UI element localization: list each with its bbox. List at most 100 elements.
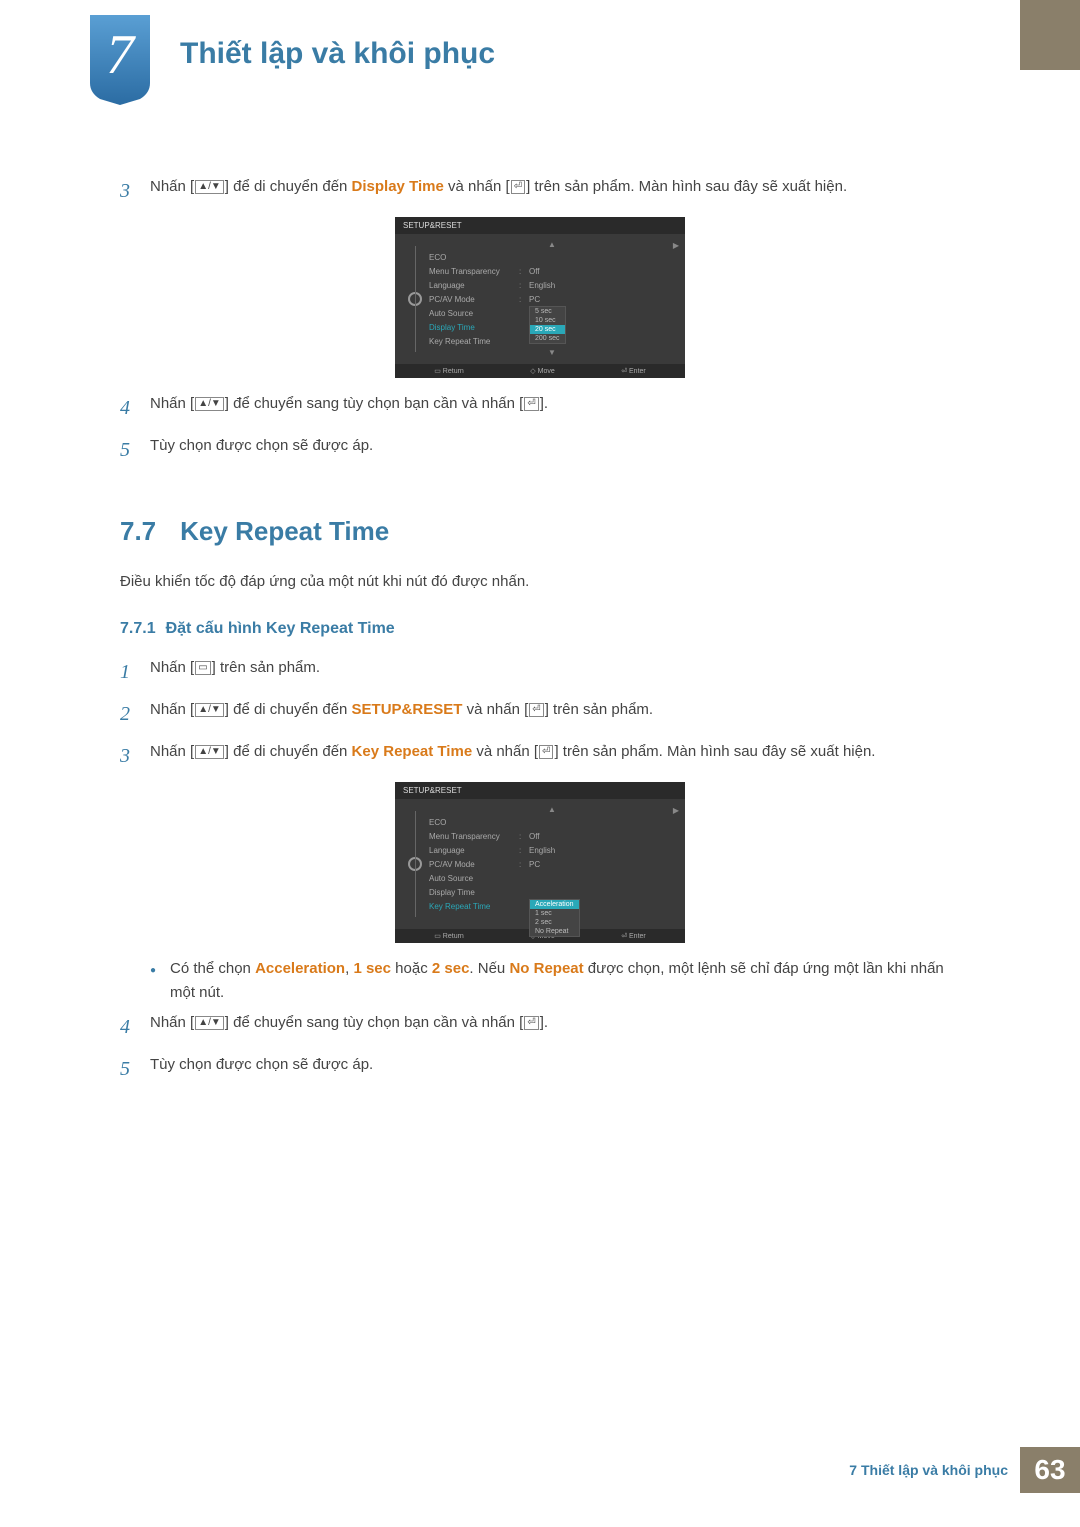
bullet-text: Có thể chọn Acceleration, 1 sec hoặc 2 s… — [170, 957, 960, 1005]
updown-icon: ▲/▼ — [195, 1016, 224, 1030]
section-intro: Điều khiển tốc độ đáp ứng của một nút kh… — [120, 573, 960, 590]
step-text: Nhấn [▲/▼] để di chuyển đến SETUP&RESET … — [150, 698, 960, 722]
osd-popup-option: 1 sec — [530, 909, 579, 918]
osd-screenshot-2: SETUP&RESET ▲ECOMenu Transparency:OffLan… — [395, 782, 685, 943]
text: ] trên sản phẩm. Màn hình sau đây sẽ xuấ… — [554, 743, 875, 760]
osd-item: ECO — [429, 250, 675, 264]
updown-icon: ▲/▼ — [195, 180, 224, 194]
osd-item: Language:English — [429, 843, 675, 857]
caret-right-icon: ▶ — [673, 806, 679, 815]
text: ] để chuyển sang tùy chọn bạn cần và nhấ… — [225, 395, 524, 412]
step-row: 3 Nhấn [▲/▼] để di chuyển đến Key Repeat… — [120, 740, 960, 772]
section-title: Key Repeat Time — [180, 516, 389, 547]
text: ]. — [540, 395, 548, 412]
osd-item-label: Menu Transparency — [429, 832, 519, 841]
osd-item: Menu Transparency:Off — [429, 829, 675, 843]
osd-item-value: Off — [529, 832, 540, 841]
arrow-up-icon: ▲ — [429, 240, 675, 250]
colon: : — [519, 295, 529, 304]
osd-footer: ▭ Return ◇ Move ⏎ Enter — [395, 364, 685, 378]
osd-item-label: PC/AV Mode — [429, 295, 519, 304]
osd-item-label: Auto Source — [429, 309, 519, 318]
osd-popup-option: 200 sec — [530, 334, 565, 343]
osd-item-label: Menu Transparency — [429, 267, 519, 276]
bullet-row: ● Có thể chọn Acceleration, 1 sec hoặc 2… — [150, 957, 960, 1005]
step-row: 3 Nhấn [▲/▼] để di chuyển đến Display Ti… — [120, 175, 960, 207]
text: Nhấn [ — [150, 1014, 194, 1031]
enter-icon: ⏎ — [524, 1016, 538, 1030]
osd-item-value: PC — [529, 860, 540, 869]
text: Nhấn [ — [150, 743, 194, 760]
text: ] trên sản phẩm. Màn hình sau đây sẽ xuấ… — [526, 178, 847, 195]
step-number: 3 — [120, 740, 150, 772]
osd-item: Menu Transparency:Off — [429, 264, 675, 278]
text: ] để di chuyển đến — [225, 701, 352, 718]
text: Nhấn [ — [150, 178, 194, 195]
page-header: 7 Thiết lập và khôi phục — [0, 0, 1080, 105]
subsection-number: 7.7.1 — [120, 620, 156, 637]
highlight: SETUP&RESET — [352, 701, 463, 718]
osd-item-label: Language — [429, 281, 519, 290]
step-number: 5 — [120, 434, 150, 466]
colon: : — [519, 846, 529, 855]
text: và nhấn [ — [444, 178, 510, 195]
updown-icon: ▲/▼ — [195, 745, 224, 759]
step-number: 2 — [120, 698, 150, 730]
osd-item-label: Display Time — [429, 888, 519, 897]
footer-chapter-text: 7 Thiết lập và khôi phục — [849, 1462, 1008, 1478]
bullet-icon: ● — [150, 957, 170, 1005]
step-row: 4 Nhấn [▲/▼] để chuyển sang tùy chọn bạn… — [120, 392, 960, 424]
subsection-heading: 7.7.1 Đặt cấu hình Key Repeat Time — [120, 620, 960, 638]
arrow-down-icon: ▼ — [429, 348, 675, 358]
osd-item: ECO — [429, 815, 675, 829]
osd-item-value: English — [529, 281, 555, 290]
chapter-number: 7 — [106, 24, 136, 86]
osd-move: ◇ Move — [530, 367, 554, 375]
step-text: Nhấn [▲/▼] để di chuyển đến Key Repeat T… — [150, 740, 960, 764]
page-content: 3 Nhấn [▲/▼] để di chuyển đến Display Ti… — [0, 175, 1080, 1085]
step-text: Nhấn [▭] trên sản phẩm. — [150, 656, 960, 680]
text: ] trên sản phẩm. — [545, 701, 653, 718]
colon: : — [519, 267, 529, 276]
enter-icon: ⏎ — [529, 703, 543, 717]
text: ]. — [540, 1014, 548, 1031]
text: ] trên sản phẩm. — [212, 659, 320, 676]
osd-title: SETUP&RESET — [395, 782, 685, 799]
osd-popup-option: No Repeat — [530, 927, 579, 936]
section-number: 7.7 — [120, 516, 156, 547]
text: và nhấn [ — [462, 701, 528, 718]
osd-enter: ⏎ Enter — [621, 932, 646, 940]
step-number: 3 — [120, 175, 150, 207]
enter-icon: ⏎ — [524, 397, 538, 411]
step-text: Tùy chọn được chọn sẽ được áp. — [150, 434, 960, 458]
osd-screenshot-1: SETUP&RESET ▲ECOMenu Transparency:OffLan… — [395, 217, 685, 378]
osd-popup-option: 2 sec — [530, 918, 579, 927]
text: và nhấn [ — [472, 743, 538, 760]
step-row: 4 Nhấn [▲/▼] để chuyển sang tùy chọn bạn… — [120, 1011, 960, 1043]
enter-icon: ⏎ — [511, 180, 525, 194]
chapter-badge: 7 — [80, 15, 160, 105]
text: Nhấn [ — [150, 395, 194, 412]
osd-item: Display Time — [429, 885, 675, 899]
subsection-title: Đặt cấu hình Key Repeat Time — [166, 620, 395, 637]
osd-item-label: ECO — [429, 818, 519, 827]
text: ] để chuyển sang tùy chọn bạn cần và nhấ… — [225, 1014, 524, 1031]
osd-item: Display Time5 sec10 sec20 sec200 sec — [429, 320, 675, 334]
step-text: Nhấn [▲/▼] để chuyển sang tùy chọn bạn c… — [150, 392, 960, 416]
step-row: 5 Tùy chọn được chọn sẽ được áp. — [120, 1053, 960, 1085]
osd-popup-option: 5 sec — [530, 307, 565, 316]
step-number: 5 — [120, 1053, 150, 1085]
section-heading: 7.7 Key Repeat Time — [120, 516, 960, 547]
osd-popup: 5 sec10 sec20 sec200 sec — [529, 306, 566, 344]
text: Nhấn [ — [150, 701, 194, 718]
arrow-up-icon: ▲ — [429, 805, 675, 815]
osd-item-label: ECO — [429, 253, 519, 262]
osd-return: ▭ Return — [434, 932, 464, 940]
menu-icon: ▭ — [195, 661, 210, 675]
step-number: 1 — [120, 656, 150, 688]
step-text: Nhấn [▲/▼] để di chuyển đến Display Time… — [150, 175, 960, 199]
osd-item-label: Display Time — [429, 323, 519, 332]
osd-item: Language:English — [429, 278, 675, 292]
page-number: 63 — [1020, 1447, 1080, 1493]
step-number: 4 — [120, 1011, 150, 1043]
